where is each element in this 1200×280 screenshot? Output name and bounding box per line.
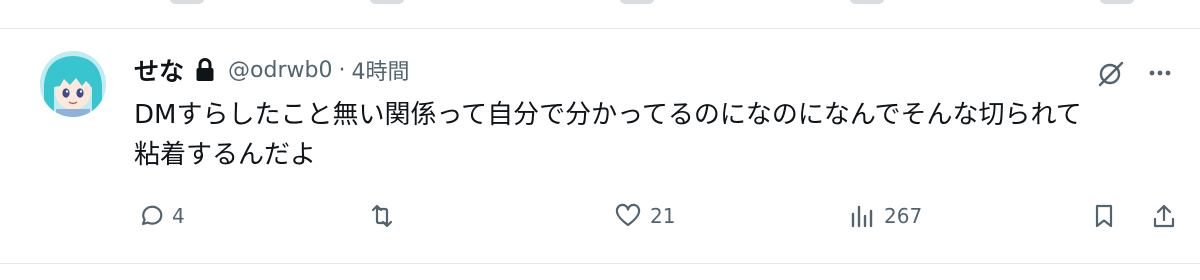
views-button[interactable]: 267 bbox=[848, 200, 922, 232]
views-icon bbox=[851, 205, 873, 228]
display-name[interactable]: せな bbox=[134, 52, 184, 88]
previous-action-icon bbox=[850, 0, 884, 4]
separator-dot: · bbox=[338, 57, 346, 83]
view-count: 267 bbox=[884, 204, 923, 228]
like-count: 21 bbox=[650, 204, 676, 228]
like-icon bbox=[615, 203, 641, 227]
like-button[interactable]: 21 bbox=[614, 200, 675, 232]
previous-action-icon bbox=[370, 0, 404, 4]
reply-count: 4 bbox=[172, 204, 185, 228]
share-button[interactable] bbox=[1150, 200, 1178, 232]
previous-action-icon bbox=[170, 0, 204, 4]
timestamp[interactable]: 4時間 bbox=[351, 54, 409, 86]
more-icon[interactable] bbox=[1145, 59, 1175, 87]
lock-icon bbox=[194, 57, 216, 83]
bookmark-icon bbox=[1095, 204, 1113, 228]
previous-action-icon bbox=[1100, 0, 1134, 4]
post-header: せな @odrwb0 · 4時間 bbox=[134, 53, 409, 87]
post-text-line: 粘着するんだよ bbox=[134, 140, 317, 170]
post[interactable]: せな @odrwb0 · 4時間 DMすらしたこと無い関係って自分で分かってるの… bbox=[0, 29, 1200, 263]
post-text-line: DMすらしたこと無い関係って自分で分かってるのになのになんでそんな切られて bbox=[134, 100, 1082, 130]
post-text: DMすらしたこと無い関係って自分で分かってるのになのになんでそんな切られて 粘着… bbox=[134, 95, 1174, 175]
previous-action-icon bbox=[620, 0, 654, 4]
reply-button[interactable]: 4 bbox=[136, 200, 185, 232]
bookmark-button[interactable] bbox=[1090, 200, 1118, 232]
repost-button[interactable] bbox=[368, 200, 404, 232]
grok-icon[interactable] bbox=[1095, 57, 1127, 89]
reply-icon bbox=[141, 205, 163, 226]
repost-icon bbox=[371, 204, 393, 228]
previous-post-edge bbox=[0, 0, 1200, 29]
next-post-edge bbox=[0, 263, 1200, 280]
share-icon bbox=[1153, 204, 1175, 228]
avatar-image bbox=[40, 51, 106, 117]
avatar[interactable] bbox=[40, 51, 106, 117]
author-handle[interactable]: @odrwb0 bbox=[228, 58, 332, 83]
